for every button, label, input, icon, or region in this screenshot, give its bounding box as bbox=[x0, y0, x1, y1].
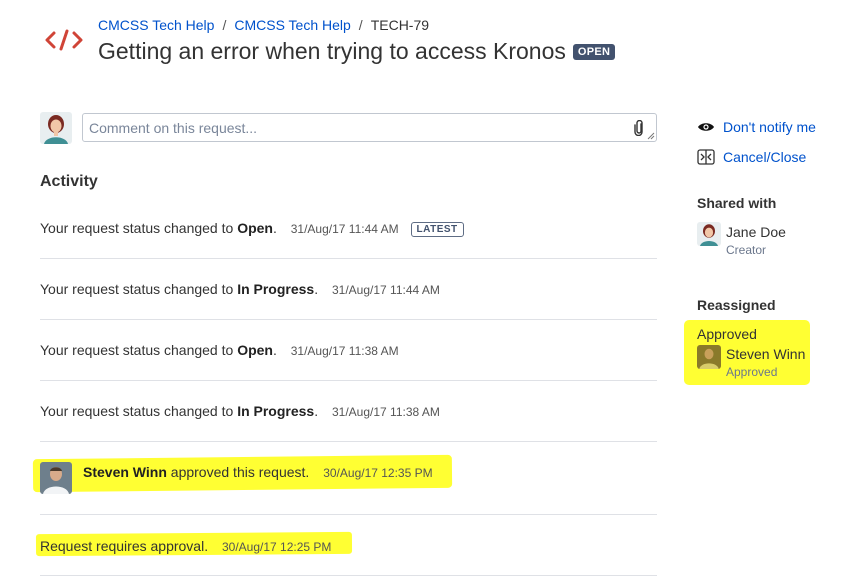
approval-status-label: Approved bbox=[697, 326, 757, 342]
code-logo-icon bbox=[45, 29, 83, 51]
activity-divider bbox=[40, 258, 657, 259]
activity-status: In Progress bbox=[237, 281, 315, 297]
shared-person-role: Creator bbox=[726, 243, 767, 257]
dont-notify-label: Don't notify me bbox=[723, 119, 816, 135]
activity-suffix: . bbox=[314, 403, 319, 419]
status-badge: OPEN bbox=[572, 43, 616, 60]
current-user-avatar bbox=[40, 112, 72, 144]
activity-timestamp: 30/Aug/17 12:35 PM bbox=[323, 466, 433, 480]
activity-divider bbox=[40, 514, 657, 515]
activity-divider bbox=[40, 575, 657, 576]
activity-status: Open bbox=[237, 342, 273, 358]
latest-lozenge: LATEST bbox=[410, 222, 464, 237]
activity-divider bbox=[40, 441, 657, 442]
activity-text: Your request status changed to bbox=[40, 220, 234, 236]
breadcrumb-portal-link[interactable]: CMCSS Tech Help bbox=[234, 17, 350, 33]
activity-suffix: . bbox=[314, 281, 319, 297]
shared-with-heading: Shared with bbox=[697, 195, 777, 211]
jane-doe-avatar bbox=[697, 222, 721, 246]
breadcrumb-issue-key: TECH-79 bbox=[370, 17, 430, 33]
activity-status: Open bbox=[237, 220, 273, 236]
page-title: Getting an error when trying to access K… bbox=[98, 38, 616, 65]
cancel-close-link[interactable]: Cancel/Close bbox=[697, 149, 806, 165]
paperclip-icon[interactable] bbox=[634, 120, 644, 136]
activity-item: Your request status changed to Open. 31/… bbox=[40, 342, 657, 358]
activity-suffix: . bbox=[272, 220, 277, 236]
activity-item: Request requires approval. 30/Aug/17 12:… bbox=[40, 538, 360, 554]
comment-field[interactable] bbox=[82, 113, 657, 142]
approver-name: Steven Winn bbox=[726, 346, 806, 362]
activity-heading: Activity bbox=[40, 173, 98, 190]
activity-timestamp: 31/Aug/17 11:38 AM bbox=[290, 344, 399, 358]
approver-role: Approved bbox=[726, 365, 778, 379]
cancel-close-label: Cancel/Close bbox=[723, 149, 807, 165]
activity-item: Your request status changed to In Progre… bbox=[40, 403, 657, 419]
breadcrumb: CMCSS Tech Help / CMCSS Tech Help / TECH-79 bbox=[98, 17, 429, 33]
activity-item: Your request status changed to Open. 31/… bbox=[40, 220, 657, 237]
activity-divider bbox=[40, 319, 657, 320]
activity-timestamp: 30/Aug/17 12:25 PM bbox=[222, 540, 332, 554]
shared-person-name: Jane Doe bbox=[726, 224, 786, 240]
cancel-close-icon bbox=[697, 149, 715, 165]
comment-input[interactable] bbox=[83, 114, 603, 141]
activity-text: Your request status changed to bbox=[40, 403, 234, 419]
breadcrumb-project-link[interactable]: CMCSS Tech Help bbox=[98, 17, 214, 33]
activity-text: Your request status changed to bbox=[40, 281, 234, 297]
eye-icon bbox=[698, 123, 714, 131]
request-title: Getting an error when trying to access K… bbox=[98, 38, 566, 64]
activity-suffix: . bbox=[272, 342, 277, 358]
activity-timestamp: 31/Aug/17 11:44 AM bbox=[332, 283, 440, 297]
steven-winn-avatar bbox=[40, 462, 72, 494]
activity-item: Steven Winn approved this request. 30/Au… bbox=[83, 464, 463, 480]
reassigned-heading: Reassigned bbox=[697, 297, 776, 313]
breadcrumb-separator: / bbox=[358, 17, 363, 33]
dont-notify-link[interactable]: Don't notify me bbox=[697, 119, 816, 135]
approver-avatar bbox=[697, 345, 721, 369]
activity-text: approved this request. bbox=[170, 464, 310, 480]
activity-timestamp: 31/Aug/17 11:38 AM bbox=[332, 405, 440, 419]
activity-actor[interactable]: Steven Winn bbox=[83, 464, 167, 480]
activity-text: Request requires approval. bbox=[40, 538, 209, 554]
activity-divider bbox=[40, 380, 657, 381]
activity-text: Your request status changed to bbox=[40, 342, 234, 358]
activity-item: Your request status changed to In Progre… bbox=[40, 281, 657, 297]
resize-handle-icon[interactable] bbox=[647, 132, 655, 140]
activity-timestamp: 31/Aug/17 11:44 AM bbox=[290, 222, 399, 236]
activity-status: In Progress bbox=[237, 403, 315, 419]
breadcrumb-separator: / bbox=[222, 17, 227, 33]
